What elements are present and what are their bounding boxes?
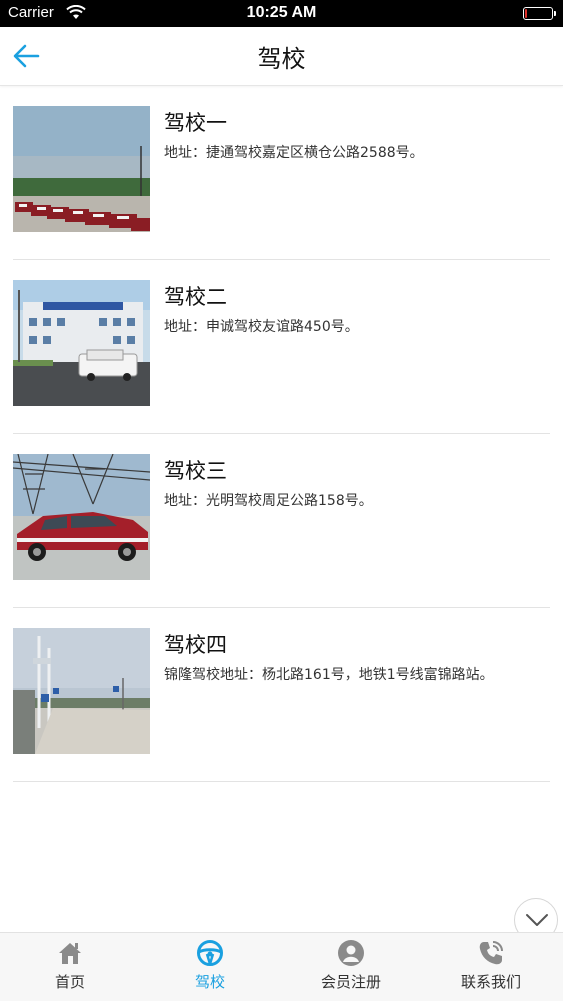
school-address: 地址：申诚驾校友谊路450号。 — [164, 319, 359, 335]
chevron-down-icon — [526, 914, 548, 926]
tab-register[interactable]: 会员注册 — [281, 933, 421, 1001]
battery-level — [525, 9, 527, 18]
school-photo-building — [13, 280, 150, 406]
school-address: 锦隆驾校地址：杨北路161号，地铁1号线富锦路站。 — [164, 667, 494, 683]
school-item[interactable]: 驾校四 锦隆驾校地址：杨北路161号，地铁1号线富锦路站。 — [13, 608, 550, 782]
school-photo-parking-lot — [13, 106, 150, 232]
tab-contact[interactable]: 联系我们 — [421, 933, 561, 1001]
status-bar: Carrier 10:25 AM — [0, 0, 563, 27]
school-address: 地址：光明驾校周足公路158号。 — [164, 493, 373, 509]
school-name: 驾校二 — [164, 285, 227, 309]
school-item[interactable]: 驾校二 地址：申诚驾校友谊路450号。 — [13, 260, 550, 434]
school-item[interactable]: 驾校一 地址：捷通驾校嘉定区横仓公路2588号。 — [13, 86, 550, 260]
phone-icon — [479, 941, 503, 965]
tab-home[interactable]: 首页 — [0, 933, 140, 1001]
school-item[interactable]: 驾校三 地址：光明驾校周足公路158号。 — [13, 434, 550, 608]
school-list: 驾校一 地址：捷通驾校嘉定区横仓公路2588号。 驾校二 地址：申诚驾校友谊路4… — [13, 86, 550, 782]
tab-label: 驾校 — [194, 973, 225, 991]
school-name: 驾校一 — [164, 111, 227, 135]
school-name: 驾校三 — [164, 459, 227, 483]
user-icon — [338, 940, 364, 966]
tab-label: 首页 — [54, 973, 85, 991]
battery-icon — [523, 7, 556, 20]
page-title: 驾校 — [257, 45, 306, 73]
school-address: 地址：捷通驾校嘉定区横仓公路2588号。 — [164, 145, 424, 161]
nav-header: 驾校 — [0, 27, 563, 86]
tab-label: 会员注册 — [320, 973, 381, 991]
home-icon — [59, 943, 81, 964]
tab-label: 联系我们 — [460, 973, 521, 991]
school-name: 驾校四 — [164, 633, 227, 657]
tab-schools[interactable]: 驾校 — [140, 933, 280, 1001]
tab-bar: 首页 驾校 会员注册 联系我们 — [0, 932, 563, 1001]
status-time: 10:25 AM — [246, 4, 317, 21]
school-photo-training-field — [13, 628, 150, 754]
steering-wheel-icon — [197, 940, 223, 966]
school-photo-training-car — [13, 454, 150, 580]
